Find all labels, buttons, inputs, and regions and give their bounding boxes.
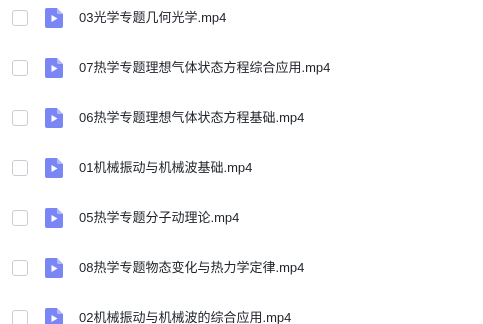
file-row[interactable]: 05热学专题分子动理论.mp4 — [0, 198, 483, 238]
file-name: 06热学专题理想气体状态方程基础.mp4 — [79, 110, 305, 125]
file-row[interactable]: 07热学专题理想气体状态方程综合应用.mp4 — [0, 48, 483, 88]
file-name: 08热学专题物态变化与热力学定律.mp4 — [79, 260, 305, 275]
file-name: 05热学专题分子动理论.mp4 — [79, 210, 240, 225]
file-row[interactable]: 08热学专题物态变化与热力学定律.mp4 — [0, 248, 483, 288]
video-file-icon — [45, 158, 63, 178]
video-file-icon — [45, 208, 63, 228]
file-checkbox[interactable] — [12, 110, 28, 126]
file-checkbox[interactable] — [12, 210, 28, 226]
file-name: 07热学专题理想气体状态方程综合应用.mp4 — [79, 60, 331, 75]
file-row[interactable]: 02机械振动与机械波的综合应用.mp4 — [0, 298, 483, 324]
file-checkbox[interactable] — [12, 10, 28, 26]
file-name: 02机械振动与机械波的综合应用.mp4 — [79, 310, 292, 324]
file-row[interactable]: 03光学专题几何光学.mp4 — [0, 0, 483, 38]
video-file-icon — [45, 58, 63, 78]
video-file-icon — [45, 258, 63, 278]
file-checkbox[interactable] — [12, 60, 28, 76]
video-file-icon — [45, 308, 63, 324]
file-checkbox[interactable] — [12, 260, 28, 276]
video-file-icon — [45, 8, 63, 28]
file-name: 03光学专题几何光学.mp4 — [79, 10, 227, 25]
file-list: 03光学专题几何光学.mp4 07热学专题理想气体状态方程综合应用.mp4 06… — [0, 0, 483, 324]
file-name: 01机械振动与机械波基础.mp4 — [79, 160, 253, 175]
file-checkbox[interactable] — [12, 310, 28, 324]
file-checkbox[interactable] — [12, 160, 28, 176]
file-row[interactable]: 06热学专题理想气体状态方程基础.mp4 — [0, 98, 483, 138]
video-file-icon — [45, 108, 63, 128]
file-row[interactable]: 01机械振动与机械波基础.mp4 — [0, 148, 483, 188]
